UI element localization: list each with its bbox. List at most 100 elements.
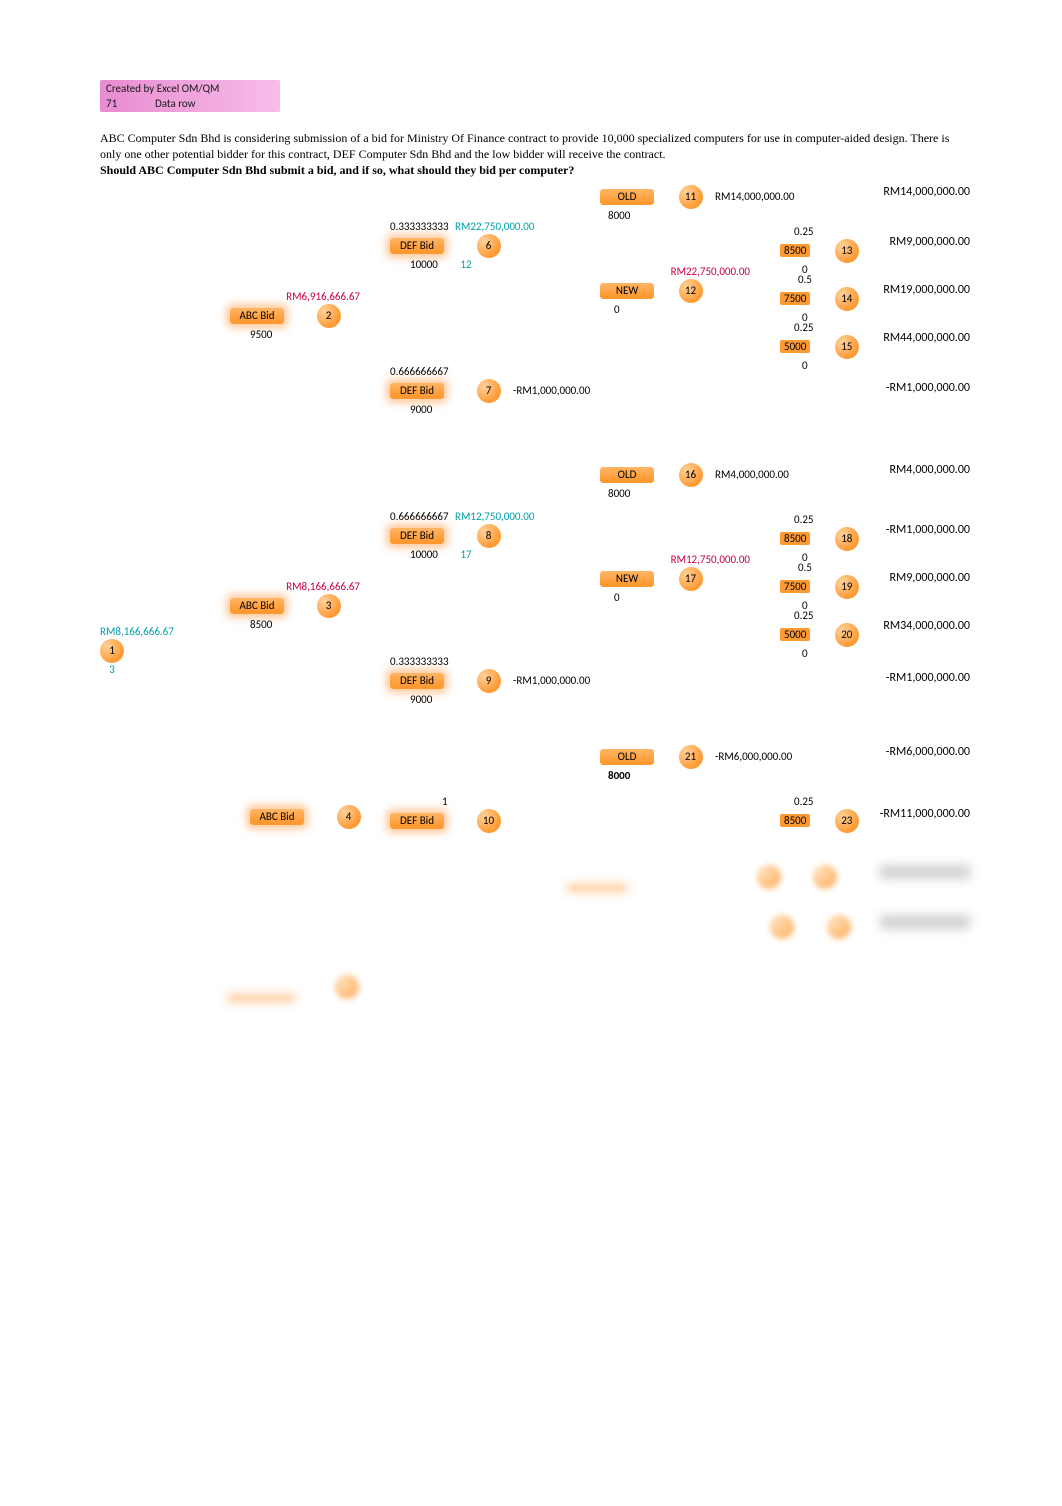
- def-node-9: 0.333333333 DEF Bid 9 -RM1,000,000.00 90…: [390, 655, 590, 707]
- abc-id-3: 3: [317, 594, 341, 618]
- payoff-15: RM44,000,000.00: [860, 331, 970, 345]
- def-prob-10: 1: [442, 795, 448, 808]
- leaf-19: 0.5 7500 19 0: [780, 561, 859, 613]
- abc-label-4: ABC Bid: [250, 809, 304, 825]
- blurred-value-1: [880, 865, 970, 879]
- def-best-6: 12: [460, 258, 471, 271]
- leaf-14: 0.5 7500 14 0: [780, 273, 859, 325]
- tech-value-11: RM14,000,000.00: [715, 190, 794, 203]
- leaf-15: 0.25 5000 15 0: [780, 321, 859, 373]
- tech-price-12: 0: [614, 303, 620, 316]
- def-label-7: DEF Bid: [390, 383, 444, 399]
- payoff-13: RM9,000,000.00: [860, 235, 970, 249]
- leaf-price-15: 5000: [780, 340, 810, 353]
- payoff-21: -RM6,000,000.00: [860, 745, 970, 759]
- abc-price-2: 9500: [250, 328, 360, 342]
- def-label-9: DEF Bid: [390, 673, 444, 689]
- leaf-price-19: 7500: [780, 580, 810, 593]
- tech-node-17: RM12,750,000.00 NEW 17 0: [600, 553, 750, 605]
- tech-id-12: 12: [679, 279, 703, 303]
- blurred-row-3: [230, 975, 390, 1001]
- tech-branchval-17: RM12,750,000.00: [600, 553, 750, 567]
- leaf-zero-15: 0: [802, 359, 808, 372]
- def-id-10: 10: [477, 809, 501, 833]
- abc-price-3: 8500: [250, 618, 360, 632]
- leaf-prob-20: 0.25: [794, 609, 814, 622]
- tech-label-21: OLD: [600, 749, 654, 765]
- leaf-id-20: 20: [835, 623, 859, 647]
- def-label-6: DEF Bid: [390, 238, 444, 254]
- tech-branchval-12: RM22,750,000.00: [600, 265, 750, 279]
- abc-id-2: 2: [317, 304, 341, 328]
- abc-value-2: RM6,916,666.67: [230, 290, 360, 304]
- def-price-9: 9000: [410, 693, 432, 706]
- def-price-8: 10000: [410, 548, 438, 561]
- tech-node-12: RM22,750,000.00 NEW 12 0: [600, 265, 750, 317]
- root-node: RM8,166,666.67 1 3: [100, 625, 174, 677]
- leaf-id-18: 18: [835, 527, 859, 551]
- abc-id-4: 4: [337, 805, 361, 829]
- def-id-7: 7: [477, 379, 501, 403]
- header-strip: Created by Excel OM/QM 71 Data row: [100, 80, 280, 112]
- payoff-9: -RM1,000,000.00: [860, 671, 970, 685]
- leaf-prob-15: 0.25: [794, 321, 814, 334]
- def-prob-8: 0.666666667: [390, 510, 449, 523]
- def-label-10: DEF Bid: [390, 813, 444, 829]
- def-branchval-8: RM12,750,000.00: [455, 510, 534, 523]
- def-result-9: -RM1,000,000.00: [513, 674, 590, 687]
- def-branchval-6: RM22,750,000.00: [455, 220, 534, 233]
- payoff-20: RM34,000,000.00: [860, 619, 970, 633]
- leaf-id-19: 19: [835, 575, 859, 599]
- root-id: 1: [100, 639, 124, 663]
- payoff-14: RM19,000,000.00: [860, 283, 970, 297]
- leaf-id-13: 13: [835, 239, 859, 263]
- problem-text: ABC Computer Sdn Bhd is considering subm…: [100, 130, 960, 179]
- payoff-23: -RM11,000,000.00: [860, 807, 970, 821]
- leaf-id-14: 14: [835, 287, 859, 311]
- blurred-row-1: [570, 865, 860, 891]
- payoff-7: -RM1,000,000.00: [860, 381, 970, 395]
- payoff-18: -RM1,000,000.00: [860, 523, 970, 537]
- leaf-23: 0.25 8500 23: [780, 795, 859, 833]
- header-num: 71: [106, 97, 117, 110]
- tech-label-11: OLD: [600, 189, 654, 205]
- leaf-price-20: 5000: [780, 628, 810, 641]
- def-best-8: 17: [460, 548, 471, 561]
- abc-node-9500: RM6,916,666.67 ABC Bid 2 9500: [230, 290, 360, 342]
- tech-node-11: OLD 11 RM14,000,000.00 8000: [600, 185, 794, 223]
- tech-price-11: 8000: [608, 209, 630, 222]
- leaf-20: 0.25 5000 20 0: [780, 609, 859, 661]
- def-price-6: 10000: [410, 258, 438, 271]
- text-line-1: ABC Computer Sdn Bhd is considering subm…: [100, 131, 949, 145]
- tech-id-21: 21: [679, 745, 703, 769]
- tech-value-16: RM4,000,000.00: [715, 468, 789, 481]
- tech-node-16: OLD 16 RM4,000,000.00 8000: [600, 463, 789, 501]
- def-node-6: 0.333333333 RM22,750,000.00 DEF Bid 6 10…: [390, 220, 534, 272]
- blurred-value-2: [880, 915, 970, 929]
- tech-value-21: -RM6,000,000.00: [715, 750, 792, 763]
- tech-price-16: 8000: [608, 487, 630, 500]
- leaf-prob-14: 0.5: [798, 273, 812, 286]
- tech-price-21: 8000: [608, 769, 630, 782]
- abc-value-3: RM8,166,666.67: [230, 580, 360, 594]
- root-value: RM8,166,666.67: [100, 625, 174, 639]
- blurred-row-2: [770, 915, 860, 941]
- payoff-19: RM9,000,000.00: [860, 571, 970, 585]
- leaf-zero-20: 0: [802, 647, 808, 660]
- def-id-8: 8: [477, 524, 501, 548]
- def-prob-6: 0.333333333: [390, 220, 449, 233]
- tech-id-17: 17: [679, 567, 703, 591]
- def-result-7: -RM1,000,000.00: [513, 384, 590, 397]
- text-line-2: only one other potential bidder for this…: [100, 147, 666, 161]
- leaf-prob-19: 0.5: [798, 561, 812, 574]
- leaf-18: 0.25 8500 18 0: [780, 513, 859, 565]
- tech-label-17: NEW: [600, 571, 654, 587]
- abc-node-4: ABC Bid 4: [250, 805, 361, 829]
- leaf-price-13: 8500: [780, 244, 810, 257]
- question-text: Should ABC Computer Sdn Bhd submit a bid…: [100, 163, 574, 177]
- def-id-6: 6: [477, 234, 501, 258]
- leaf-13: 0.25 8500 13 0: [780, 225, 859, 277]
- leaf-prob-23: 0.25: [794, 795, 814, 808]
- tech-id-16: 16: [679, 463, 703, 487]
- payoff-16: RM4,000,000.00: [860, 463, 970, 477]
